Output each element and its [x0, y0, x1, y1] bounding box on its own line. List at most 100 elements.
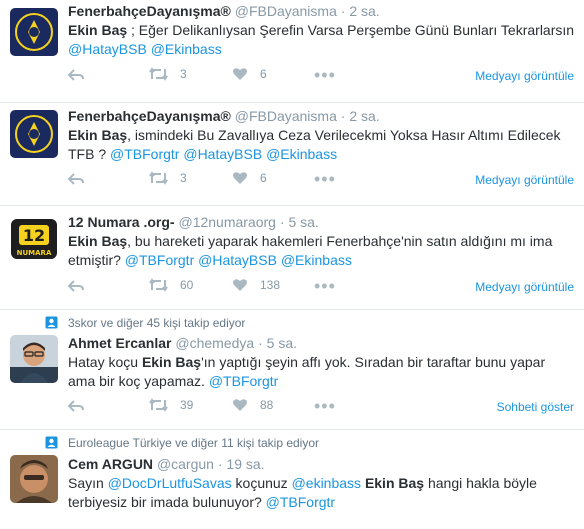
- user-handle[interactable]: @FBDayanisma: [235, 3, 337, 19]
- tweet-text: Hatay koçu Ekin Baş'ın yaptığı şeyin aff…: [68, 353, 576, 391]
- mention-link[interactable]: @HatayBSB: [183, 146, 262, 162]
- tweet[interactable]: FenerbahçeDayanışma® @FBDayanisma · 2 sa…: [0, 103, 584, 206]
- more-icon: •••: [314, 396, 336, 416]
- mention-link[interactable]: @ekinbass: [292, 475, 361, 491]
- show-conversation-link[interactable]: Sohbeti göster: [497, 400, 574, 414]
- heart-icon: [233, 68, 247, 80]
- retweet-count: 39: [180, 398, 194, 412]
- user-handle[interactable]: @12numaraorg: [178, 214, 276, 230]
- mention-link[interactable]: @Ekinbass: [151, 41, 222, 57]
- reply-button[interactable]: [68, 398, 84, 414]
- user-name[interactable]: 12 Numara .org-: [68, 214, 175, 230]
- retweet-count: 3: [180, 67, 187, 81]
- user-handle[interactable]: @chemedya: [175, 335, 254, 351]
- like-button[interactable]: 6: [232, 171, 267, 185]
- timestamp[interactable]: 2 sa.: [349, 3, 379, 19]
- reply-button[interactable]: [68, 278, 84, 294]
- retweet-button[interactable]: 3: [149, 171, 187, 185]
- user-handle[interactable]: @FBDayanisma: [235, 108, 337, 124]
- tweet-text-bold: Ekin Baş: [364, 475, 425, 491]
- tweet-header: Cem ARGUN @cargun · 19 sa.: [68, 455, 576, 473]
- mention-link[interactable]: @TBForgtr: [125, 252, 194, 268]
- retweet-button[interactable]: 39: [149, 398, 193, 412]
- reply-icon: [68, 280, 84, 292]
- like-button[interactable]: 138: [232, 278, 280, 292]
- tweet-text: Ekin Baş, ismindeki Bu Zavallıya Ceza Ve…: [68, 126, 576, 164]
- user-handle[interactable]: @cargun: [157, 456, 214, 472]
- timestamp[interactable]: 5 sa.: [288, 214, 318, 230]
- user-name[interactable]: Ahmet Ercanlar: [68, 335, 171, 351]
- like-button[interactable]: 88: [232, 398, 273, 412]
- tweet-actions: 3 6 ••• Medyayı görüntüle: [68, 169, 574, 191]
- reply-button[interactable]: [68, 171, 84, 187]
- more-button[interactable]: •••: [314, 276, 336, 297]
- user-name[interactable]: FenerbahçeDayanışma®: [68, 3, 231, 19]
- tweet[interactable]: 3skor ve diğer 45 kişi takip ediyor Ahme…: [0, 310, 584, 430]
- retweet-icon: [149, 67, 168, 81]
- mention-link[interactable]: @HatayBSB: [68, 41, 147, 57]
- mention-link[interactable]: @TBForgtr: [209, 373, 278, 389]
- tweet-text-bold: Ekin Baş: [68, 22, 128, 38]
- tweet-text: Ekin Baş, bu hareketi yaparak hakemleri …: [68, 232, 576, 270]
- mention-link[interactable]: @TBForgtr: [110, 146, 179, 162]
- timestamp[interactable]: 2 sa.: [349, 108, 379, 124]
- heart-icon: [233, 279, 247, 291]
- social-context[interactable]: 3skor ve diğer 45 kişi takip ediyor: [68, 316, 245, 330]
- mention-link[interactable]: @Ekinbass: [281, 252, 352, 268]
- heart-icon: [233, 172, 247, 184]
- reply-icon: [68, 173, 84, 185]
- tweet[interactable]: 12 NUMARA 12 Numara .org- @12numaraorg ·…: [0, 206, 584, 310]
- separator-dot: ·: [258, 335, 263, 351]
- like-count: 6: [260, 171, 267, 185]
- view-media-link[interactable]: Medyayı görüntüle: [475, 69, 574, 83]
- tweet-actions: 39 88 ••• Sohbeti göster: [68, 396, 574, 418]
- avatar[interactable]: [10, 110, 58, 158]
- retweet-icon: [149, 171, 168, 185]
- reply-icon: [68, 69, 84, 81]
- reply-button[interactable]: [68, 67, 84, 83]
- retweet-button[interactable]: 3: [149, 67, 187, 81]
- more-button[interactable]: •••: [314, 169, 336, 190]
- avatar[interactable]: [10, 8, 58, 56]
- retweet-icon: [149, 398, 168, 412]
- view-media-link[interactable]: Medyayı görüntüle: [475, 280, 574, 294]
- separator-dot: ·: [340, 108, 346, 124]
- person-icon: [45, 316, 58, 329]
- tweet[interactable]: Euroleague Türkiye ve diğer 11 kişi taki…: [0, 430, 584, 529]
- tweet[interactable]: FenerbahçeDayanışma® @FBDayanisma · 2 sa…: [0, 0, 584, 103]
- user-name[interactable]: Cem ARGUN: [68, 456, 153, 472]
- retweet-count: 60: [180, 278, 194, 292]
- user-name[interactable]: FenerbahçeDayanışma®: [68, 108, 231, 124]
- heart-icon: [233, 399, 247, 411]
- mention-link[interactable]: @TBForgtr: [266, 494, 335, 510]
- reply-icon: [68, 400, 84, 412]
- retweet-button[interactable]: 60: [149, 278, 193, 292]
- social-context[interactable]: Euroleague Türkiye ve diğer 11 kişi taki…: [68, 436, 319, 450]
- separator-dot: ·: [340, 3, 346, 19]
- more-icon: •••: [314, 276, 336, 296]
- tweet-text: Ekin Baş ; Eğer Delikanlıysan Şerefin Va…: [68, 21, 576, 59]
- avatar-number: 12: [23, 226, 45, 245]
- tweet-header: Ahmet Ercanlar @chemedya · 5 sa.: [68, 334, 576, 352]
- avatar-caption: NUMARA: [17, 249, 52, 257]
- like-count: 138: [260, 278, 281, 292]
- timeline: FenerbahçeDayanışma® @FBDayanisma · 2 sa…: [0, 0, 584, 529]
- like-button[interactable]: 6: [232, 67, 267, 81]
- avatar[interactable]: [10, 455, 58, 503]
- tweet-header: FenerbahçeDayanışma® @FBDayanisma · 2 sa…: [68, 2, 576, 20]
- avatar[interactable]: 12 NUMARA: [10, 215, 58, 263]
- mention-link[interactable]: @Ekinbass: [266, 146, 337, 162]
- view-media-link[interactable]: Medyayı görüntüle: [475, 173, 574, 187]
- timestamp[interactable]: 5 sa.: [267, 335, 297, 351]
- more-icon: •••: [314, 169, 336, 189]
- like-count: 6: [260, 67, 267, 81]
- mention-link[interactable]: @HatayBSB: [198, 252, 277, 268]
- retweet-count: 3: [180, 171, 187, 185]
- timestamp[interactable]: 19 sa.: [226, 456, 264, 472]
- more-button[interactable]: •••: [314, 396, 336, 417]
- tweet-text-bold: Ekin Baş: [68, 233, 128, 249]
- more-button[interactable]: •••: [314, 65, 336, 86]
- avatar[interactable]: [10, 335, 58, 383]
- tweet-text-bold: Ekin Baş: [68, 127, 128, 143]
- mention-link[interactable]: @DocDrLutfuSavas: [108, 475, 232, 491]
